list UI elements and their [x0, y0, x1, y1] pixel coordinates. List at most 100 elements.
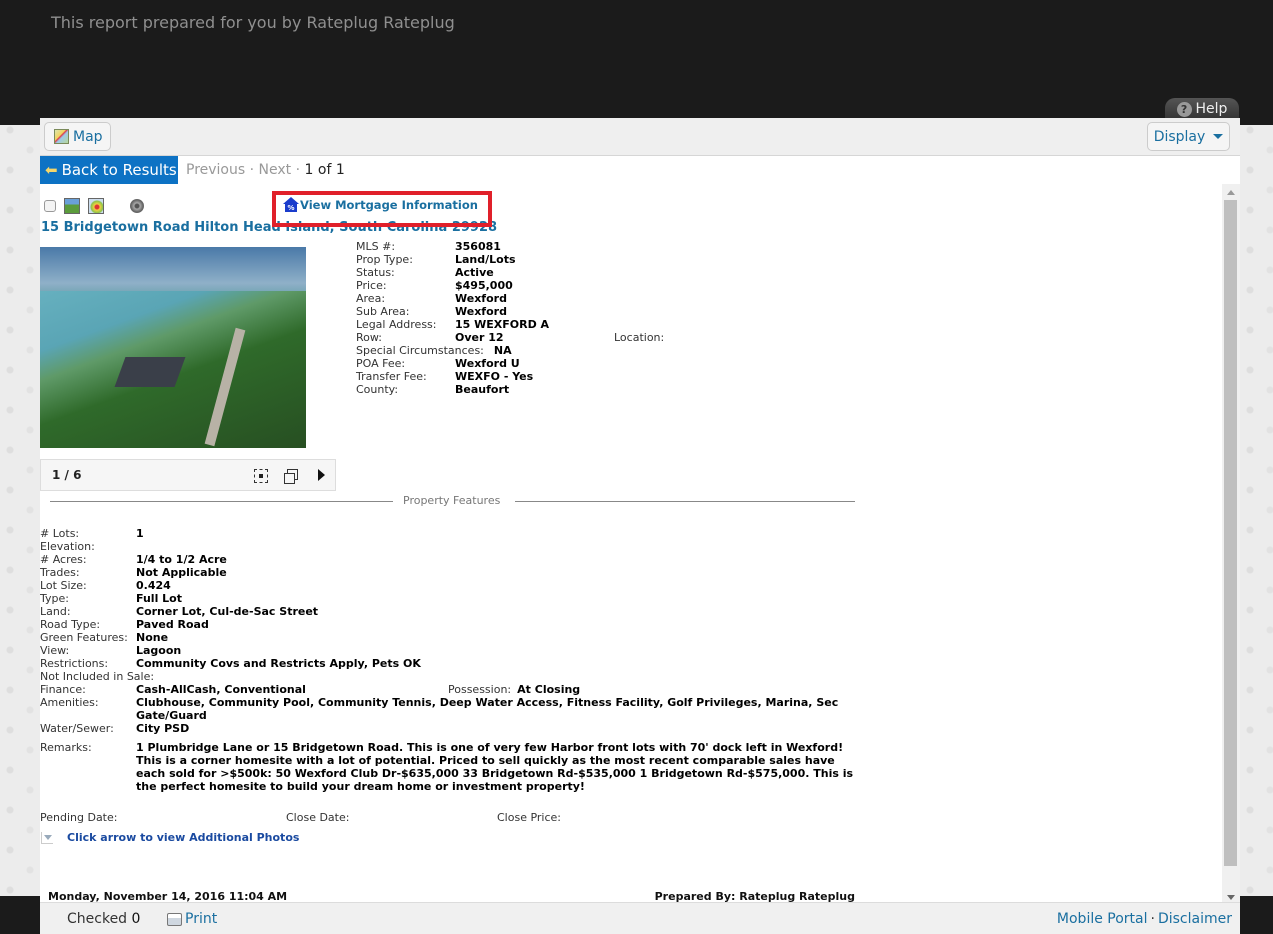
detail-row: Price: $495,000 [356, 279, 549, 292]
feature-value: Community Covs and Restricts Apply, Pets… [136, 657, 421, 670]
feature-label: Type: [40, 592, 69, 605]
detail-value: Active [455, 266, 494, 279]
feature-label: View: [40, 644, 70, 657]
feature-label: Trades: [40, 566, 80, 579]
previous-link[interactable]: Previous [186, 162, 245, 178]
possession: Possession: At Closing [448, 683, 581, 696]
scroll-down-icon[interactable] [1227, 895, 1235, 900]
feature-label: # Lots: [40, 527, 80, 540]
feature-row: Trades: Not Applicable [40, 566, 860, 579]
close-date-label: Close Date: [286, 811, 350, 824]
feature-row: Road Type: Paved Road [40, 618, 860, 631]
display-dropdown[interactable]: Display [1147, 122, 1230, 151]
detail-value: WEXFO - Yes [455, 370, 534, 383]
feature-label: Restrictions: [40, 657, 109, 670]
mobile-portal-link[interactable]: Mobile Portal [1057, 911, 1148, 927]
feature-row: # Acres: 1/4 to 1/2 Acre [40, 553, 860, 566]
detail-label: Price: [356, 279, 387, 292]
print-button[interactable]: Print [167, 911, 217, 927]
map-icon [54, 129, 69, 144]
detail-value: Beaufort [455, 383, 510, 396]
feature-label: Lot Size: [40, 579, 87, 592]
detail-label: Prop Type: [356, 253, 413, 266]
detail-row: POA Fee: Wexford U [356, 357, 549, 370]
result-count: 1 of 1 [304, 162, 345, 178]
arrow-left-icon: ⬅ [45, 161, 58, 179]
top-banner: This report prepared for you by Rateplug… [0, 0, 1273, 125]
listing-actions [44, 198, 144, 214]
popout-icon[interactable] [284, 469, 298, 484]
detail-row: County: Beaufort [356, 383, 549, 396]
detail-value: Wexford U [455, 357, 520, 370]
mortgage-link-label: View Mortgage Information [300, 197, 478, 212]
back-label: Back to Results [61, 161, 177, 179]
pending-date-label: Pending Date: [40, 811, 118, 824]
feature-value: Paved Road [136, 618, 209, 631]
detail-label: Legal Address: [356, 318, 437, 331]
feature-row-finance: Finance: Cash-AllCash, Conventional Posse… [40, 683, 581, 696]
feature-row-water-sewer: Water/Sewer: City PSD [40, 722, 190, 735]
feature-label: Green Features: [40, 631, 128, 644]
detail-label: County: [356, 383, 399, 396]
detail-row: Row: Over 12 [356, 331, 549, 344]
additional-photos-toggle[interactable]: Click arrow to view Additional Photos [41, 831, 299, 844]
chevron-down-icon [1213, 134, 1224, 139]
feature-row: Green Features: None [40, 631, 860, 644]
feature-value: 1/4 to 1/2 Acre [136, 553, 227, 566]
detail-value: Wexford [455, 292, 507, 305]
view-mortgage-link[interactable]: % View Mortgage Information [283, 197, 478, 212]
feature-value: Corner Lot, Cul-de-Sac Street [136, 605, 319, 618]
detail-row: Status: Active [356, 266, 549, 279]
vertical-scrollbar[interactable] [1222, 184, 1240, 902]
feature-row: Elevation: [40, 540, 860, 553]
feature-row: Restrictions: Community Covs and Restrict… [40, 657, 860, 670]
footer-bar: Checked 0 Print Mobile Portal · Disclaimer [40, 902, 1240, 934]
pager: Previous · Next · 1 of 1 [186, 162, 345, 178]
detail-value: $495,000 [455, 279, 513, 292]
section-title: Property Features [403, 494, 501, 507]
display-label: Display [1153, 128, 1206, 145]
add-photo-icon[interactable] [64, 198, 80, 214]
footer-links: Mobile Portal · Disclaimer [1056, 911, 1232, 927]
next-photo-icon[interactable] [318, 469, 325, 481]
detail-label: Status: [356, 266, 395, 279]
virtual-tour-icon[interactable] [130, 199, 144, 213]
map-button[interactable]: Map [44, 122, 111, 151]
feature-value: 0.424 [136, 579, 171, 592]
scroll-up-icon[interactable] [1227, 190, 1235, 195]
detail-value: 356081 [455, 240, 501, 253]
results-navigation: ⬅ Back to Results Previous · Next · 1 of… [40, 156, 1240, 184]
report-date: Monday, November 14, 2016 11:04 AM [48, 890, 288, 902]
feature-label: Elevation: [40, 540, 95, 553]
listing-photo[interactable] [40, 247, 306, 448]
feature-row: Land: Corner Lot, Cul-de-Sac Street [40, 605, 860, 618]
back-to-results-button[interactable]: ⬅ Back to Results [40, 156, 178, 184]
detail-value: Land/Lots [455, 253, 516, 266]
photo-counter: 1 / 6 [52, 468, 82, 482]
property-features: # Lots: 1 Elevation: # Acres: 1/4 to 1/2 Acr… [40, 527, 860, 735]
fullscreen-icon[interactable] [254, 469, 268, 483]
feature-row: Type: Full Lot [40, 592, 860, 605]
select-listing-checkbox[interactable] [44, 200, 56, 212]
listing-panel: Map Display ⬅ Back to Results Previous ·… [40, 118, 1240, 934]
close-price-label: Close Price: [497, 811, 562, 824]
sale-dates: Pending Date: Close Date: Close Price: [40, 811, 860, 824]
feature-value: Lagoon [136, 644, 182, 657]
help-button[interactable]: ? Help [1165, 98, 1239, 120]
photo-gallery-icon[interactable] [88, 198, 104, 214]
detail-row: MLS #: 356081 [356, 240, 549, 253]
next-link[interactable]: Next [259, 162, 292, 178]
feature-row: Not Included in Sale: [40, 670, 860, 683]
remarks-text: 1 Plumbridge Lane or 15 Bridgetown Road.… [136, 741, 854, 793]
expand-arrow-icon[interactable] [41, 831, 53, 844]
section-divider: Property Features [50, 494, 855, 510]
pager-separator: · [295, 162, 301, 178]
scrollbar-thumb[interactable] [1224, 200, 1237, 866]
feature-row: View: Lagoon [40, 644, 860, 657]
prepared-by: Prepared By: Rateplug Rateplug [654, 890, 855, 902]
detail-row: Transfer Fee: WEXFO - Yes [356, 370, 549, 383]
detail-label: POA Fee: [356, 357, 406, 370]
detail-row: Sub Area: Wexford [356, 305, 549, 318]
help-label: Help [1195, 101, 1228, 117]
disclaimer-link[interactable]: Disclaimer [1158, 911, 1232, 927]
